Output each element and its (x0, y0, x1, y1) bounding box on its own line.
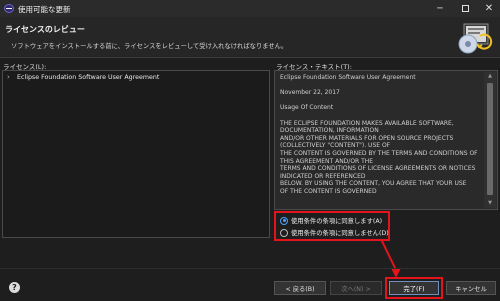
license-item-label: Eclipse Foundation Software User Agreeme… (17, 73, 160, 81)
install-wizard-banner-icon (458, 23, 493, 54)
decline-radio-label: 使用条件の条項に同意しません(D) (291, 230, 389, 237)
page-title: ライセンスのレビュー (5, 25, 85, 34)
vertical-scrollbar[interactable]: ▲ ▼ (484, 72, 496, 208)
license-text-line: DOCUMENTATION, INFORMATION (280, 127, 379, 135)
back-button[interactable]: < 戻る(B) (274, 281, 326, 295)
license-text-area[interactable]: Eclipse Foundation Software User Agreeme… (274, 70, 498, 210)
license-text-blank (280, 82, 482, 90)
license-text-line: OF THE CONTENT IS GOVERNED (280, 187, 377, 195)
license-text-line: Eclipse Foundation Software User Agreeme… (280, 74, 416, 81)
chevron-right-icon[interactable]: › (7, 73, 17, 81)
decline-radio[interactable]: 使用条件の条項に同意しません(D) (280, 228, 389, 237)
eclipse-app-icon (4, 4, 14, 13)
cancel-button[interactable]: キャンセル (446, 281, 496, 295)
maximize-button[interactable] (454, 2, 476, 15)
window-title: 使用可能な更新 (18, 5, 71, 14)
license-text-line: (COLLECTIVELY "CONTENT"). USE OF (280, 142, 391, 150)
minimize-button[interactable]: ─ (429, 2, 451, 15)
maximize-icon (461, 5, 469, 12)
accept-radio[interactable]: 使用条件の条項に同意します(A) (280, 216, 382, 225)
radio-unselected-icon[interactable] (280, 228, 288, 237)
license-text-line: BELOW. BY USING THE CONTENT, YOU AGREE T… (280, 180, 467, 188)
title-bar: 使用可能な更新 ─ ✕ (0, 0, 500, 17)
close-button[interactable]: ✕ (478, 2, 500, 15)
license-text-blank (280, 97, 482, 105)
scroll-up-icon[interactable]: ▲ (484, 72, 496, 81)
finish-button[interactable]: 完了(F) (389, 281, 439, 295)
radio-selected-icon[interactable] (280, 216, 288, 225)
scroll-down-icon[interactable]: ▼ (484, 199, 496, 208)
license-text-line: AND/OR OTHER MATERIALS FOR OPEN SOURCE P… (280, 134, 454, 142)
scroll-thumb[interactable] (487, 83, 493, 195)
wizard-header: ライセンスのレビュー ソフトウェアをインストールする前に、ライセンスをレビューし… (0, 17, 500, 57)
finish-highlight-box: 完了(F) (385, 277, 443, 299)
license-text-line: THIS AGREEMENT AND/OR THE (280, 157, 374, 165)
next-button[interactable]: 次へ(N) > (330, 281, 382, 295)
license-text-line: THE ECLIPSE FOUNDATION MAKES AVAILABLE S… (280, 119, 454, 127)
license-text-line: INDICATED OR REFERENCED (280, 172, 366, 180)
page-description: ソフトウェアをインストールする前に、ライセンスをレビューして受け入れなければなり… (11, 43, 288, 50)
license-text-blank (280, 112, 482, 120)
licenses-tree[interactable]: › Eclipse Foundation Software User Agree… (2, 70, 270, 238)
agreement-highlight-box: 使用条件の条項に同意します(A) 使用条件の条項に同意しません(D) (274, 211, 390, 241)
license-text-line: TERMS AND CONDITIONS OF LICENSE AGREEMEN… (280, 165, 476, 173)
license-text-line: Usage Of Content (280, 104, 334, 112)
accept-radio-label: 使用条件の条項に同意します(A) (291, 218, 383, 225)
license-tree-item[interactable]: › Eclipse Foundation Software User Agree… (7, 73, 159, 81)
header-separator (0, 57, 500, 58)
help-icon[interactable]: ? (9, 282, 20, 293)
license-text-line: THE CONTENT IS GOVERNED BY THE TERMS AND… (280, 149, 478, 157)
license-text-line: November 22, 2017 (280, 89, 340, 97)
footer-separator (0, 268, 500, 269)
license-text-content: Eclipse Foundation Software User Agreeme… (280, 74, 482, 196)
